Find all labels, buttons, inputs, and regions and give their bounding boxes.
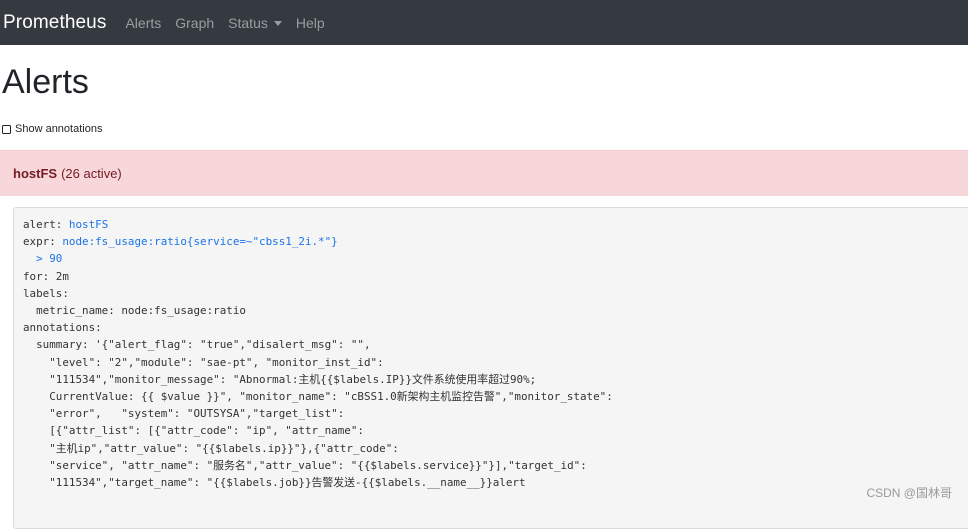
page-title: Alerts — [2, 63, 89, 101]
rule-line: "service", "attr_name": "服务名","attr_valu… — [23, 458, 587, 472]
rule-line: CurrentValue: {{ $value }}", "monitor_na… — [23, 390, 613, 404]
checkbox-icon[interactable] — [2, 124, 11, 134]
rule-line: labels: — [23, 286, 69, 300]
brand-link[interactable]: Prometheus — [3, 12, 106, 34]
rule-line: expr: node:fs_usage:ratio{service=~"cbss… — [23, 235, 338, 249]
show-annotations-label: Show annotations — [15, 123, 103, 135]
rule-line: summary: '{"alert_flag": "true","disaler… — [23, 338, 371, 352]
nav-graph[interactable]: Graph — [175, 15, 214, 31]
rule-line: for: 2m — [23, 269, 69, 283]
rule-line: "主机ip","attr_value": "{{$labels.ip}}"},{… — [23, 441, 399, 455]
show-annotations-toggle[interactable]: Show annotations — [2, 123, 102, 135]
rule-line: alert: hostFS — [23, 218, 109, 231]
caret-down-icon — [273, 20, 282, 26]
navbar: Prometheus Alerts Graph Status Help — [0, 0, 968, 45]
nav-status-dropdown[interactable]: Status — [228, 15, 282, 31]
nav-alerts[interactable]: Alerts — [125, 15, 161, 31]
alert-group-name: hostFS — [13, 166, 58, 181]
nav-status-label: Status — [228, 14, 268, 31]
rule-line: "error", "system": "OUTSYSA","target_lis… — [23, 407, 345, 421]
rule-line: > 90 — [36, 252, 63, 266]
rule-line: "111534","target_name": "{{$labels.job}}… — [23, 476, 526, 490]
rule-definition: alert: hostFS expr: node:fs_usage:ratio{… — [23, 216, 613, 491]
rule-line: "level": "2","module": "sae-pt", "monito… — [23, 355, 384, 369]
nav-help[interactable]: Help — [296, 15, 325, 31]
rule-line: "111534","monitor_message": "Abnormal:主机… — [23, 372, 537, 386]
rule-line: annotations: — [23, 321, 102, 335]
watermark: CSDN @国林哥 — [866, 486, 952, 500]
rule-line: metric_name: node:fs_usage:ratio — [23, 304, 246, 318]
alert-group-header[interactable]: hostFS (26 active) — [0, 150, 968, 196]
alert-group-count: (26 active) — [61, 166, 122, 181]
rule-line: [{"attr_list": [{"attr_code": "ip", "att… — [23, 424, 364, 438]
